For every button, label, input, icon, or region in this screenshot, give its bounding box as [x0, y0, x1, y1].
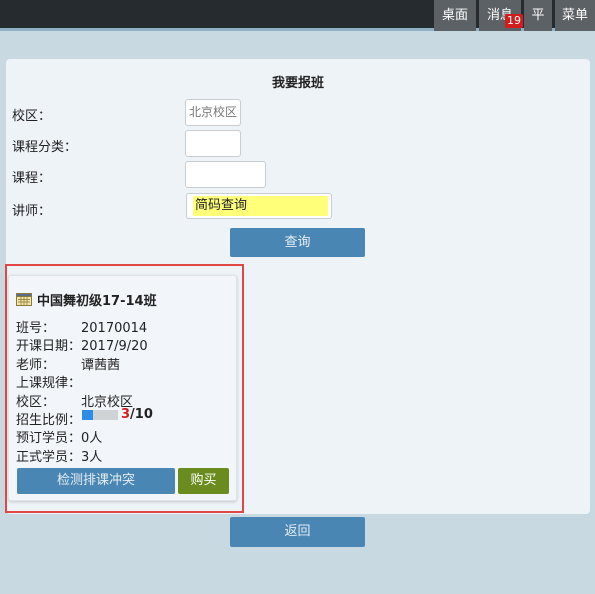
- enroll-ratio-value: 3/10: [121, 407, 153, 422]
- schedule-row: 上课规律：: [16, 372, 81, 391]
- check-conflict-button[interactable]: 检测排课冲突: [17, 468, 175, 494]
- class-title: 中国舞初级17-14班: [16, 290, 157, 309]
- messages-button[interactable]: 消息 19: [479, 0, 523, 31]
- top-nav: 桌面 消息 19 平 菜单: [431, 0, 595, 31]
- campus-select[interactable]: 北京校区: [185, 99, 241, 126]
- menu-label: 菜单: [561, 8, 588, 23]
- enroll-progress-bar: [82, 410, 118, 420]
- teacher-name-label: 老师：: [16, 358, 56, 373]
- category-select[interactable]: [185, 130, 241, 157]
- teacher-search-input[interactable]: 简码查询: [186, 193, 332, 219]
- buy-button[interactable]: 购买: [178, 468, 229, 494]
- messages-count-badge: 19: [505, 14, 523, 28]
- calendar-icon: [16, 293, 32, 306]
- formal-label: 正式学员：: [16, 450, 82, 465]
- card-campus-row: 校区： 北京校区: [16, 391, 133, 410]
- class-no-value: 20170014: [81, 321, 148, 336]
- enroll-current: 3: [121, 407, 131, 422]
- teacher-name-value: 谭茜茜: [81, 358, 121, 373]
- enroll-ratio-row: 招生比例：: [16, 409, 81, 428]
- query-button[interactable]: 查询: [230, 228, 365, 257]
- reserved-label: 预订学员：: [16, 431, 82, 446]
- teacher-label: 讲师：: [12, 204, 52, 219]
- class-title-text: 中国舞初级17-14班: [37, 294, 157, 309]
- desktop-label: 桌面: [441, 8, 468, 23]
- schedule-label: 上课规律：: [16, 376, 82, 391]
- enroll-progress-fill: [82, 410, 93, 420]
- flat-label: 平: [531, 8, 545, 23]
- enroll-ratio-label: 招生比例：: [16, 413, 82, 428]
- back-button[interactable]: 返回: [230, 517, 365, 547]
- card-campus-label: 校区：: [16, 395, 56, 410]
- start-date-row: 开课日期：2017/9/20: [16, 335, 148, 354]
- campus-label: 校区：: [12, 109, 52, 124]
- reserved-row: 预订学员：0人: [16, 427, 102, 446]
- enroll-total: /10: [130, 407, 153, 422]
- class-no-row: 班号： 20170014: [16, 317, 147, 336]
- formal-row: 正式学员：3人: [16, 446, 102, 465]
- menu-button[interactable]: 菜单: [555, 0, 595, 31]
- desktop-button[interactable]: 桌面: [434, 0, 476, 31]
- start-date-label: 开课日期：: [16, 339, 82, 354]
- course-label: 课程：: [12, 171, 52, 186]
- flat-button[interactable]: 平: [524, 0, 552, 31]
- teacher-row: 老师： 谭茜茜: [16, 354, 120, 373]
- course-select[interactable]: [185, 161, 266, 188]
- class-card: 中国舞初级17-14班 班号： 20170014 开课日期：2017/9/20 老…: [8, 275, 237, 501]
- class-no-label: 班号：: [16, 321, 56, 336]
- teacher-search-placeholder: 简码查询: [193, 196, 328, 216]
- page-title: 我要报班: [271, 76, 324, 91]
- category-label: 课程分类：: [12, 140, 78, 155]
- reserved-value: 0人: [81, 431, 103, 446]
- start-date-value: 2017/9/20: [81, 339, 148, 354]
- top-bar: 桌面 消息 19 平 菜单: [0, 0, 595, 31]
- formal-value: 3人: [81, 450, 103, 465]
